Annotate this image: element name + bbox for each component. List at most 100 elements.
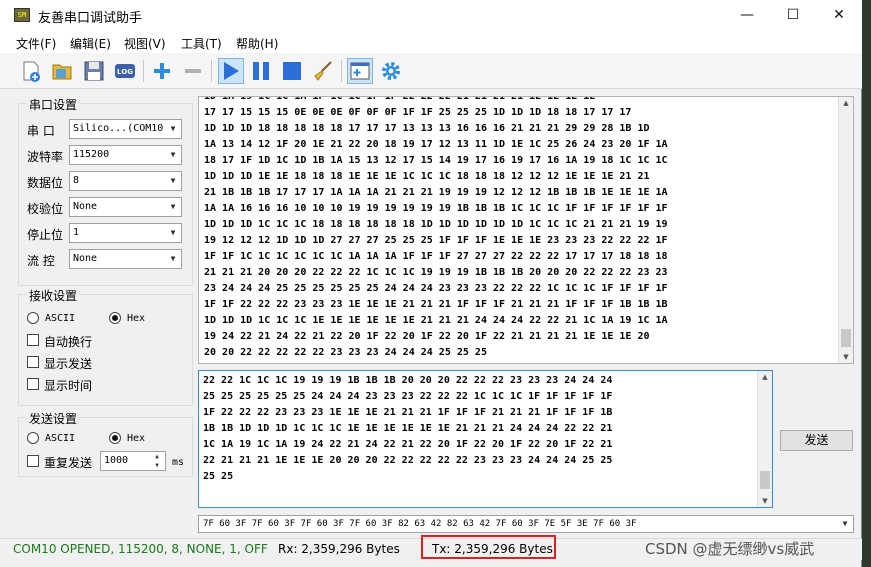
toolbar-separator bbox=[341, 60, 342, 82]
parity-value: None bbox=[73, 201, 98, 212]
rx-counter: Rx: 2,359,296 Bytes bbox=[278, 542, 400, 556]
pause-button[interactable] bbox=[248, 58, 274, 84]
watermark: CSDN @虚无缥缈vs威武 bbox=[645, 540, 815, 558]
send-button[interactable]: 发送 bbox=[780, 430, 853, 451]
broom-icon bbox=[314, 61, 332, 81]
send-ascii-radio[interactable] bbox=[27, 432, 39, 444]
data-bits-label: 数据位 bbox=[27, 176, 64, 190]
toolbar-separator bbox=[143, 60, 144, 82]
flow-label: 流 控 bbox=[27, 254, 55, 268]
auto-newline-label: 自动换行 bbox=[44, 335, 93, 349]
log-icon: LOG bbox=[115, 64, 135, 78]
window-add-icon bbox=[350, 62, 370, 80]
serial-settings-title: 串口设置 bbox=[27, 96, 80, 113]
stop-bits-select[interactable]: 1 ▼ bbox=[69, 223, 182, 243]
stop-icon bbox=[283, 62, 301, 80]
settings-button[interactable] bbox=[378, 58, 404, 84]
start-button[interactable] bbox=[218, 58, 244, 84]
menu-view[interactable]: 视图(V) bbox=[124, 35, 166, 52]
stop-bits-label: 停止位 bbox=[27, 228, 64, 242]
floppy-disk-icon bbox=[84, 61, 104, 81]
connection-status: COM10 OPENED, 115200, 8, NONE, 1, OFF bbox=[13, 542, 268, 556]
chevron-down-icon: ▼ bbox=[170, 124, 176, 133]
baud-value: 115200 bbox=[73, 149, 110, 160]
receive-settings-title: 接收设置 bbox=[27, 287, 80, 304]
receive-data-text: 1D 1A 19 1C 1C 1A 1F 1C 1C 1F 1F 22 22 2… bbox=[204, 96, 668, 358]
new-file-icon bbox=[23, 61, 40, 82]
svg-text:LOG: LOG bbox=[117, 68, 133, 76]
new-button[interactable] bbox=[18, 58, 44, 84]
plus-icon bbox=[154, 63, 170, 79]
receive-hex-radio[interactable] bbox=[109, 312, 121, 324]
send-hex-label: Hex bbox=[127, 433, 146, 444]
toolbar: LOG bbox=[0, 53, 862, 89]
spin-arrows-icon[interactable]: ▲ ▼ bbox=[149, 452, 165, 470]
receive-text-area[interactable]: 1D 1A 19 1C 1C 1A 1F 1C 1C 1F 1F 22 22 2… bbox=[198, 96, 854, 364]
port-value: Silico...(COM10 bbox=[73, 123, 164, 134]
menu-file[interactable]: 文件(F) bbox=[16, 35, 56, 52]
send-history-value: 7F 60 3F 7F 60 3F 7F 60 3F 7F 60 3F 82 6… bbox=[203, 519, 637, 529]
toolbar-separator bbox=[211, 60, 212, 82]
send-settings-title: 发送设置 bbox=[27, 410, 80, 427]
show-send-label: 显示发送 bbox=[44, 357, 93, 371]
interval-stepper[interactable]: 1000 ▲ ▼ bbox=[100, 451, 166, 471]
chevron-down-icon: ▼ bbox=[170, 176, 176, 185]
send-scrollbar[interactable]: ▲ ▼ bbox=[757, 371, 772, 507]
receive-hex-label: Hex bbox=[127, 313, 146, 324]
gear-icon bbox=[382, 62, 400, 80]
flow-select[interactable]: None ▼ bbox=[69, 249, 182, 269]
open-button[interactable] bbox=[49, 58, 75, 84]
chevron-down-icon: ▼ bbox=[170, 150, 176, 159]
receive-ascii-radio[interactable] bbox=[27, 312, 39, 324]
send-history-select[interactable]: 7F 60 3F 7F 60 3F 7F 60 3F 7F 60 3F 82 6… bbox=[198, 515, 854, 533]
maximize-button[interactable]: ☐ bbox=[770, 0, 816, 31]
chevron-down-icon: ▼ bbox=[170, 254, 176, 263]
desktop-background bbox=[862, 0, 871, 567]
scroll-up-icon[interactable]: ▲ bbox=[839, 99, 853, 107]
pause-icon bbox=[253, 62, 269, 80]
port-select[interactable]: Silico...(COM10 ▼ bbox=[69, 119, 182, 139]
title-bar: SM 友善串口调试助手 — ☐ ✕ bbox=[0, 0, 862, 31]
scroll-up-icon[interactable]: ▲ bbox=[758, 373, 772, 381]
menu-bar: 文件(F) 编辑(E) 视图(V) 工具(T) 帮助(H) bbox=[0, 31, 862, 53]
data-bits-value: 8 bbox=[73, 175, 80, 186]
menu-edit[interactable]: 编辑(E) bbox=[70, 35, 111, 52]
window-title: 友善串口调试助手 bbox=[38, 11, 143, 26]
menu-tools[interactable]: 工具(T) bbox=[181, 35, 222, 52]
auto-newline-checkbox[interactable] bbox=[27, 334, 39, 346]
receive-scroll-thumb[interactable] bbox=[841, 329, 851, 347]
interval-unit: ms bbox=[172, 457, 185, 468]
app-icon: SM bbox=[14, 8, 30, 22]
scroll-down-icon[interactable]: ▼ bbox=[839, 353, 853, 361]
clear-button[interactable] bbox=[310, 58, 336, 84]
send-hex-radio[interactable] bbox=[109, 432, 121, 444]
send-text-area[interactable]: 22 22 1C 1C 1C 19 19 19 1B 1B 1B 20 20 2… bbox=[198, 370, 773, 508]
play-icon bbox=[224, 62, 239, 80]
remove-button[interactable] bbox=[180, 58, 206, 84]
send-scroll-thumb[interactable] bbox=[760, 471, 770, 489]
minimize-button[interactable]: — bbox=[724, 0, 770, 31]
receive-scrollbar[interactable]: ▲ ▼ bbox=[838, 97, 853, 363]
interval-value: 1000 bbox=[104, 455, 129, 466]
parity-select[interactable]: None ▼ bbox=[69, 197, 182, 217]
menu-help[interactable]: 帮助(H) bbox=[236, 35, 278, 52]
repeat-send-checkbox[interactable] bbox=[27, 455, 39, 467]
add-button[interactable] bbox=[149, 58, 175, 84]
chevron-down-icon: ▼ bbox=[842, 519, 848, 528]
flow-value: None bbox=[73, 253, 98, 264]
data-bits-select[interactable]: 8 ▼ bbox=[69, 171, 182, 191]
parity-label: 校验位 bbox=[27, 202, 64, 216]
stop-button[interactable] bbox=[279, 58, 305, 84]
minus-icon bbox=[185, 69, 201, 73]
save-button[interactable] bbox=[81, 58, 107, 84]
show-send-checkbox[interactable] bbox=[27, 356, 39, 368]
receive-ascii-label: ASCII bbox=[45, 313, 76, 324]
baud-select[interactable]: 115200 ▼ bbox=[69, 145, 182, 165]
show-time-checkbox[interactable] bbox=[27, 378, 39, 390]
scroll-down-icon[interactable]: ▼ bbox=[758, 497, 772, 505]
open-folder-icon bbox=[52, 64, 72, 80]
close-button[interactable]: ✕ bbox=[816, 0, 862, 31]
port-label: 串 口 bbox=[27, 124, 55, 138]
window-add-button[interactable] bbox=[347, 58, 373, 84]
log-button[interactable]: LOG bbox=[112, 58, 138, 84]
